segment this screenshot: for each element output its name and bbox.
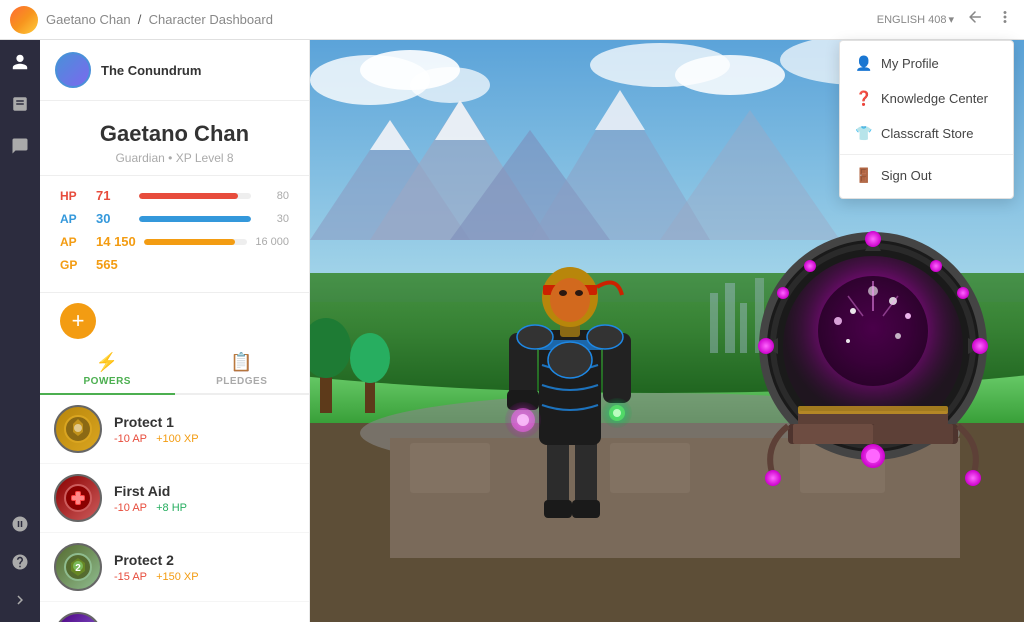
character-info: Gaetano Chan Guardian • XP Level 8 xyxy=(40,101,309,176)
ap-max: 30 xyxy=(259,213,289,225)
powers-tab-icon: ⚡ xyxy=(96,352,119,373)
power-info-protect2: Protect 2 -15 AP +150 XP xyxy=(114,552,295,583)
xp-label: AP xyxy=(60,235,88,249)
store-icon: 👕 xyxy=(855,125,871,142)
power-icon-protect3: 3 xyxy=(54,612,102,622)
sidebar-item-inbox[interactable] xyxy=(8,92,32,116)
left-sidebar xyxy=(0,40,40,622)
sidebar-item-rocket[interactable] xyxy=(8,512,32,536)
stat-row-xp: AP 14 150 16 000 xyxy=(60,234,289,249)
signout-icon: 🚪 xyxy=(855,167,871,184)
first-aid-hp-cost: +8 HP xyxy=(156,502,187,514)
sign-out-label: Sign Out xyxy=(881,168,932,183)
power-name-protect2: Protect 2 xyxy=(114,552,295,568)
power-info-protect1: Protect 1 -10 AP +100 XP xyxy=(114,414,295,445)
powers-tab-label: POWERS xyxy=(84,376,131,387)
ap-value: 30 xyxy=(96,211,131,226)
stat-row-ap: AP 30 30 xyxy=(60,211,289,226)
character-header: The Conundrum xyxy=(40,40,309,101)
protect2-xp-cost: +150 XP xyxy=(156,571,199,583)
first-aid-ap-cost: -10 AP xyxy=(114,502,147,514)
character-subtitle: Guardian • XP Level 8 xyxy=(60,151,289,165)
sidebar-item-chat[interactable] xyxy=(8,134,32,158)
xp-max: 16 000 xyxy=(255,236,289,248)
app-logo xyxy=(10,6,38,34)
svg-text:2: 2 xyxy=(75,563,81,574)
protect1-ap-cost: -10 AP xyxy=(114,433,147,445)
power-costs-first-aid: -10 AP +8 HP xyxy=(114,502,295,514)
settings-icon[interactable] xyxy=(996,8,1014,31)
sidebar-item-help[interactable] xyxy=(8,550,32,574)
language-selector[interactable]: ENGLISH 408 ▾ xyxy=(877,13,954,26)
character-avatar xyxy=(55,52,91,88)
classcraft-store-label: Classcraft Store xyxy=(881,126,973,141)
xp-bar-container xyxy=(144,239,248,245)
character-class: Guardian xyxy=(115,151,164,165)
power-icon-protect2: 2 xyxy=(54,543,102,591)
tab-pledges[interactable]: 📋 PLEDGES xyxy=(175,344,310,395)
power-item-first-aid[interactable]: First Aid -10 AP +8 HP xyxy=(40,464,309,533)
separator: • xyxy=(168,151,172,165)
pledges-tab-label: PLEDGES xyxy=(216,376,267,387)
ap-label: AP xyxy=(60,212,88,226)
gp-label: GP xyxy=(60,258,88,272)
dropdown-divider xyxy=(840,154,1013,155)
question-icon: ❓ xyxy=(855,90,871,107)
character-class-title: The Conundrum xyxy=(101,63,201,78)
character-level: XP xyxy=(176,151,192,165)
power-name-protect1: Protect 1 xyxy=(114,414,295,430)
breadcrumb-page: Character Dashboard xyxy=(149,12,273,27)
power-icon-protect1 xyxy=(54,405,102,453)
breadcrumb: Gaetano Chan / Character Dashboard xyxy=(46,12,273,27)
hp-label: HP xyxy=(60,189,88,203)
tabs-row: ⚡ POWERS 📋 PLEDGES xyxy=(40,344,309,395)
hp-bar xyxy=(139,193,238,199)
power-icon-first-aid xyxy=(54,474,102,522)
character-panel: The Conundrum Gaetano Chan Guardian • XP… xyxy=(40,40,310,622)
power-info-first-aid: First Aid -10 AP +8 HP xyxy=(114,483,295,514)
my-profile-label: My Profile xyxy=(881,56,939,71)
hp-bar-container xyxy=(139,193,251,199)
dropdown-classcraft-store[interactable]: 👕 Classcraft Store xyxy=(840,116,1013,151)
xp-bar xyxy=(144,239,235,245)
xp-value: 14 150 xyxy=(96,234,136,249)
power-item-protect1[interactable]: Protect 1 -10 AP +100 XP xyxy=(40,395,309,464)
power-costs-protect2: -15 AP +150 XP xyxy=(114,571,295,583)
sidebar-item-person[interactable] xyxy=(8,50,32,74)
dropdown-knowledge-center[interactable]: ❓ Knowledge Center xyxy=(840,81,1013,116)
dropdown-sign-out[interactable]: 🚪 Sign Out xyxy=(840,158,1013,193)
tab-powers[interactable]: ⚡ POWERS xyxy=(40,344,175,395)
add-action-button[interactable]: + xyxy=(60,303,96,339)
protect1-xp-cost: +100 XP xyxy=(156,433,199,445)
stats-section: HP 71 80 AP 30 30 AP 14 150 16 000 xyxy=(40,176,309,293)
top-bar-right: ENGLISH 408 ▾ xyxy=(877,8,1014,31)
gp-value: 565 xyxy=(96,257,131,272)
power-costs-protect1: -10 AP +100 XP xyxy=(114,433,295,445)
knowledge-center-label: Knowledge Center xyxy=(881,91,988,106)
sidebar-item-expand[interactable] xyxy=(8,588,32,612)
power-name-first-aid: First Aid xyxy=(114,483,295,499)
pledges-tab-icon: 📋 xyxy=(230,352,253,373)
power-item-protect3[interactable]: 3 Protect 3 -20 AP +200 XP xyxy=(40,602,309,622)
stat-row-hp: HP 71 80 xyxy=(60,188,289,203)
dropdown-my-profile[interactable]: 👤 My Profile xyxy=(840,46,1013,81)
top-bar: Gaetano Chan / Character Dashboard ENGLI… xyxy=(0,0,1024,40)
character-name: Gaetano Chan xyxy=(60,121,289,147)
dropdown-menu: 👤 My Profile ❓ Knowledge Center 👕 Classc… xyxy=(839,40,1014,199)
breadcrumb-user[interactable]: Gaetano Chan xyxy=(46,12,131,27)
hp-max: 80 xyxy=(259,190,289,202)
protect2-ap-cost: -15 AP xyxy=(114,571,147,583)
person-icon: 👤 xyxy=(855,55,871,72)
ap-bar-container xyxy=(139,216,251,222)
ap-bar xyxy=(139,216,251,222)
stat-row-gp: GP 565 xyxy=(60,257,289,272)
power-item-protect2[interactable]: 2 Protect 2 -15 AP +150 XP xyxy=(40,533,309,602)
powers-list: Protect 1 -10 AP +100 XP First Aid xyxy=(40,395,309,622)
notifications-icon[interactable] xyxy=(966,8,984,31)
hp-value: 71 xyxy=(96,188,131,203)
